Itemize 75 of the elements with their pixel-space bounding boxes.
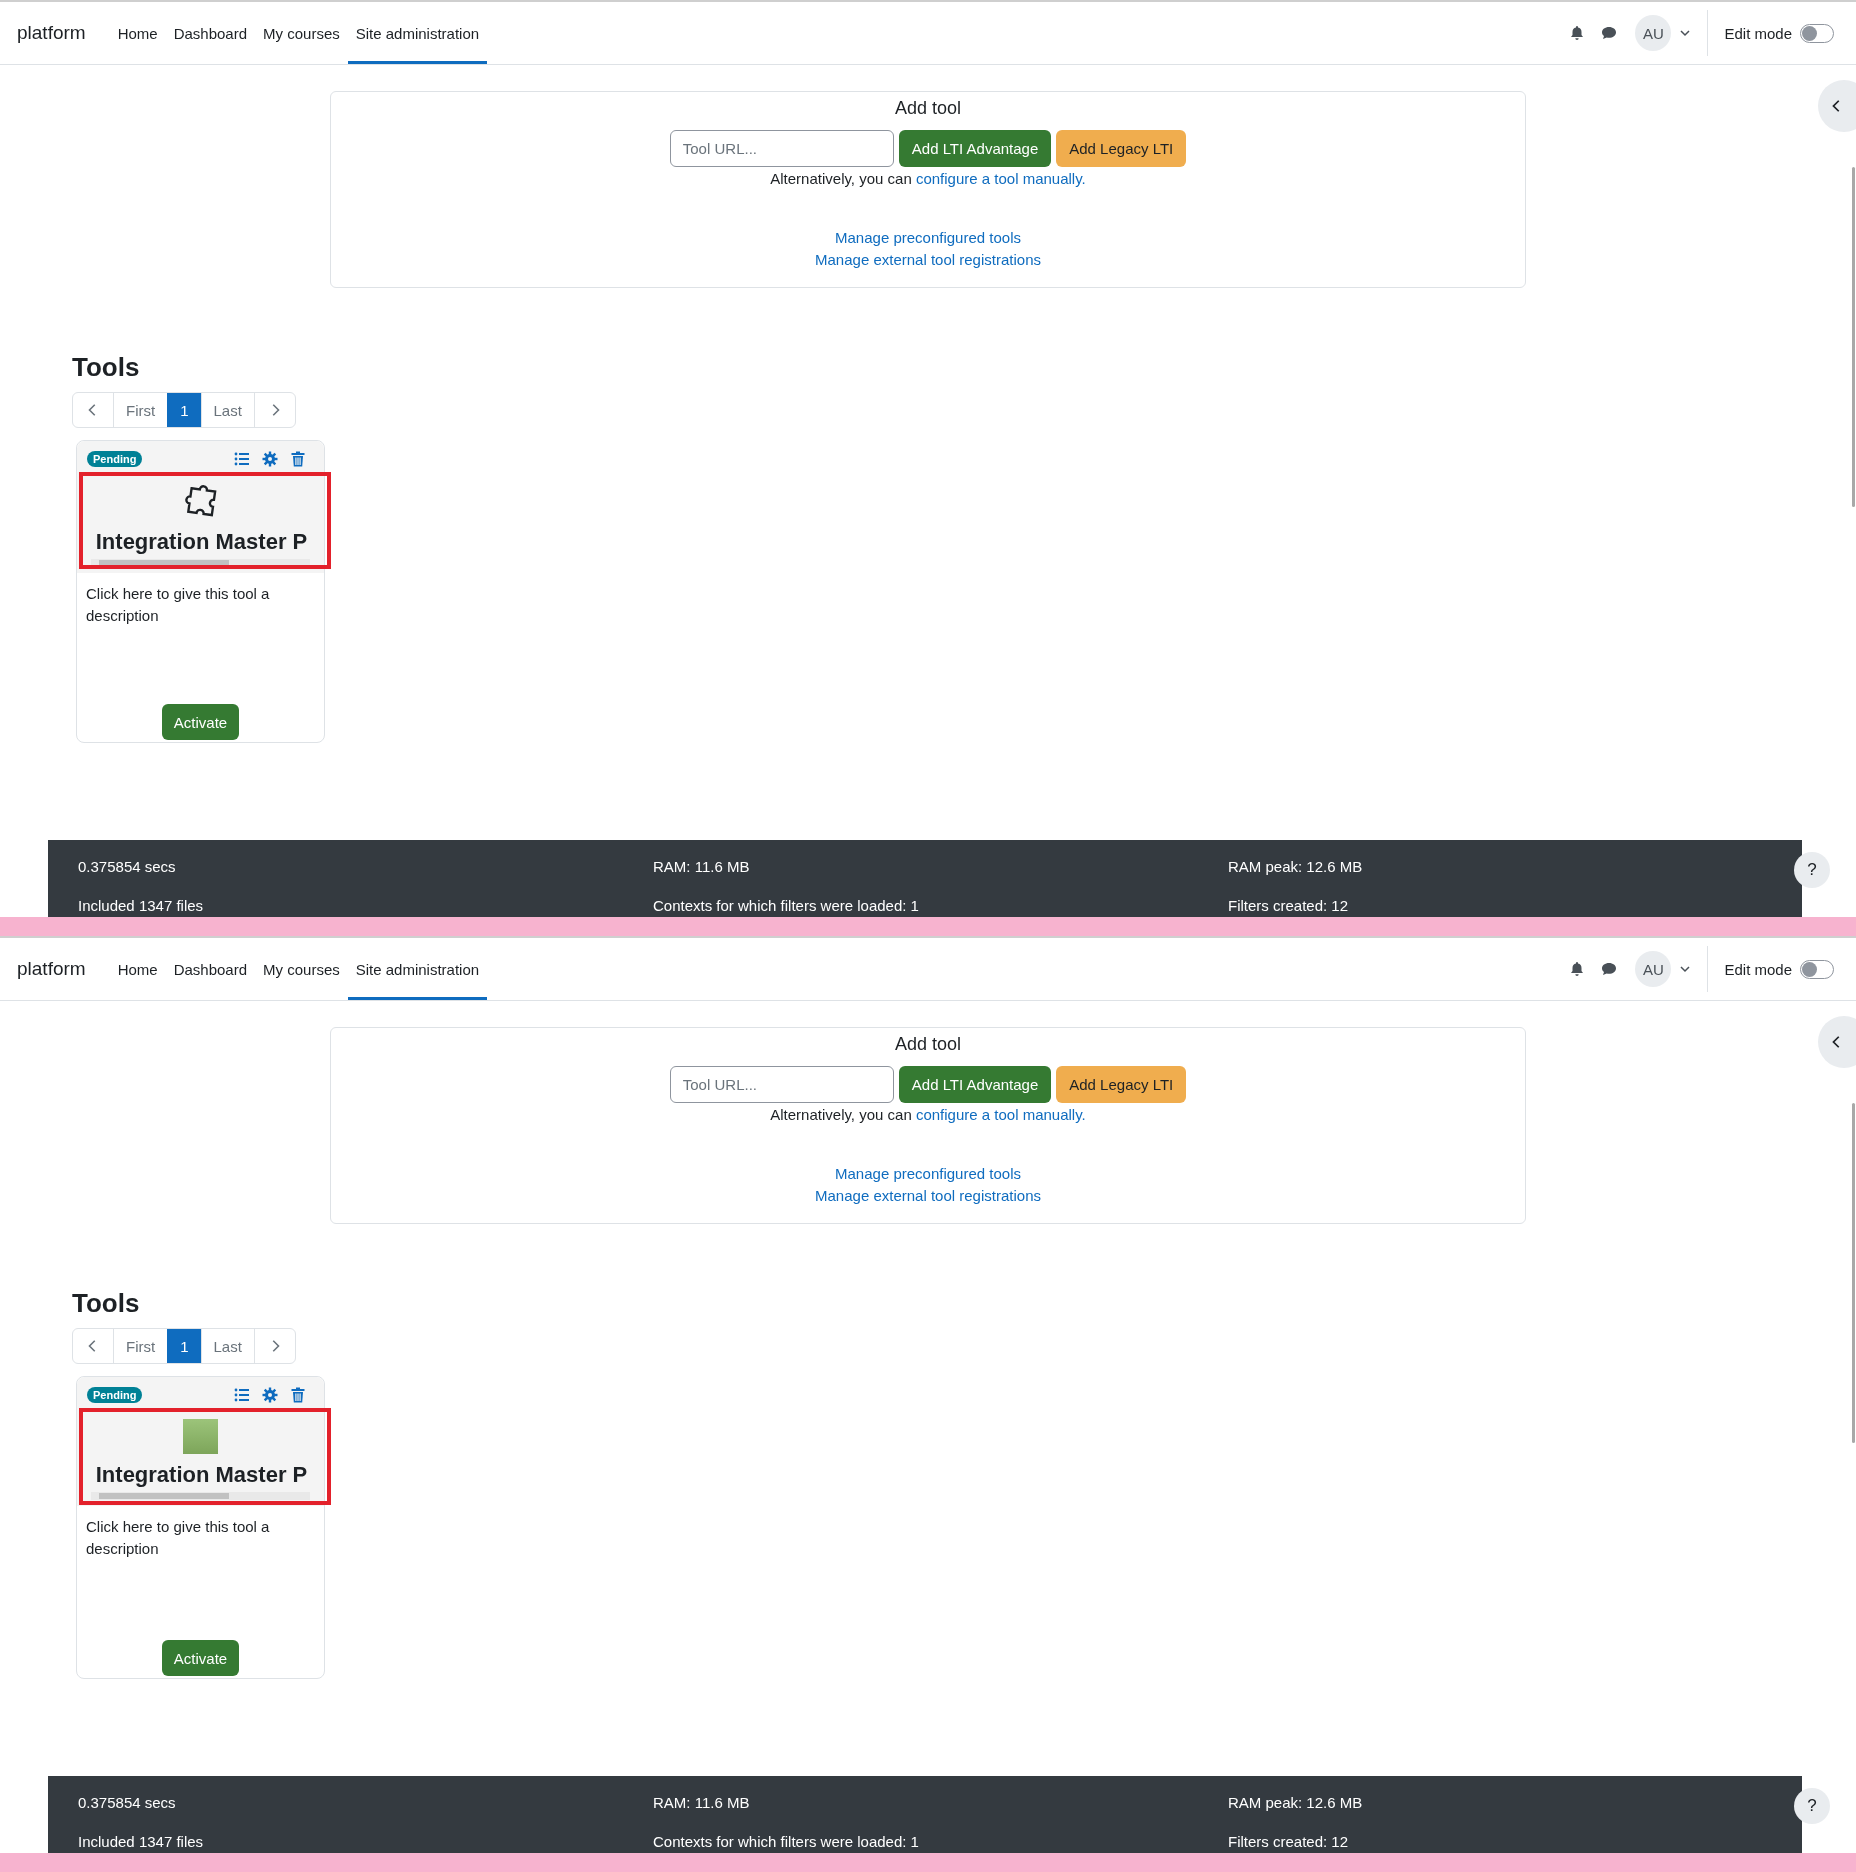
activate-button[interactable]: Activate	[161, 1640, 240, 1676]
footer-stat: Contexts for which filters were loaded: 1	[653, 1832, 920, 1852]
footer-stat: RAM peak: 12.6 MB	[1228, 857, 1364, 877]
photo-placeholder	[183, 1419, 218, 1454]
nav-link[interactable]: Dashboard	[165, 5, 256, 64]
footer-stat: Included 1347 files	[78, 896, 205, 916]
nav-link[interactable]: Site administration	[347, 5, 488, 64]
user-avatar[interactable]: AU	[1635, 15, 1672, 51]
nav-link[interactable]: Dashboard	[165, 941, 256, 1000]
edit-mode-label: Edit mode	[1724, 960, 1792, 978]
tool-url-field[interactable]: Tool URL...	[669, 1066, 894, 1103]
tool-description[interactable]: Click here to give this tool a description	[77, 1506, 324, 1560]
caret-icon[interactable]	[1679, 27, 1692, 39]
add-tool-button[interactable]: Add LTI Advantage	[898, 1066, 1052, 1103]
footer-stat: Filters created: 12	[1228, 1832, 1350, 1852]
chat-bubble-icon[interactable]	[1601, 961, 1618, 977]
alternative-text: Alternatively, you can configure a tool manually.	[769, 1105, 1087, 1125]
nav-link[interactable]: Site administration	[347, 941, 488, 1000]
edit-mode-label: Edit mode	[1724, 24, 1792, 42]
manage-link[interactable]: Manage preconfigured tools	[835, 227, 1021, 249]
page-button[interactable]: Last	[200, 393, 254, 427]
tool-name: Integration Master P	[94, 1461, 309, 1489]
chat-bubble-icon[interactable]	[1601, 25, 1618, 41]
tool-url-field[interactable]: Tool URL...	[669, 130, 894, 167]
alternative-text: Alternatively, you can configure a tool manually.	[769, 169, 1087, 189]
help-button[interactable]: ?	[1794, 852, 1830, 888]
footer-stat: Contexts for which filters were loaded: 1	[653, 896, 920, 916]
section-heading: Tools	[72, 352, 141, 382]
footer-stat: Included 1347 files	[78, 1832, 205, 1852]
nav-link[interactable]: Home	[109, 941, 166, 1000]
status-badge: Pending	[87, 451, 143, 467]
drawer-toggle-button[interactable]	[1818, 1016, 1856, 1068]
panel-title: Add tool	[893, 97, 963, 120]
page-button[interactable]: 1	[167, 1329, 201, 1363]
manage-link[interactable]: Manage preconfigured tools	[835, 1163, 1021, 1185]
tool-name: Integration Master P	[94, 528, 309, 556]
footer-stat: RAM: 11.6 MB	[653, 1793, 751, 1813]
footer-stat: RAM peak: 12.6 MB	[1228, 1793, 1364, 1813]
help-button[interactable]: ?	[1794, 1788, 1830, 1824]
edit-mode-toggle[interactable]	[1800, 23, 1834, 43]
add-tool-button[interactable]: Add Legacy LTI	[1056, 1066, 1187, 1103]
add-tool-button[interactable]: Add Legacy LTI	[1056, 130, 1187, 167]
drawer-toggle-button[interactable]	[1818, 80, 1856, 132]
trash-icon[interactable]	[290, 451, 306, 467]
nav-link[interactable]: My courses	[255, 941, 348, 1000]
page-button[interactable]: 1	[167, 393, 201, 427]
list-icon[interactable]	[234, 1387, 250, 1403]
activate-button[interactable]: Activate	[161, 704, 240, 740]
panel-title: Add tool	[893, 1033, 963, 1056]
footer-stat: 0.375854 secs	[78, 857, 177, 877]
nav-link[interactable]: My courses	[255, 5, 348, 64]
settings-icon[interactable]	[262, 1387, 278, 1403]
user-avatar[interactable]: AU	[1635, 951, 1672, 987]
page-button[interactable]: Last	[200, 1329, 254, 1363]
tool-description[interactable]: Click here to give this tool a description	[77, 573, 324, 627]
nav-link[interactable]: Home	[109, 5, 166, 64]
add-tool-button[interactable]: Add LTI Advantage	[898, 130, 1052, 167]
footer-stat: 0.375854 secs	[78, 1793, 177, 1813]
trash-icon[interactable]	[290, 1387, 306, 1403]
list-icon[interactable]	[234, 451, 250, 467]
manage-link[interactable]: Manage external tool registrations	[815, 249, 1041, 271]
section-heading: Tools	[72, 1288, 141, 1318]
notifications-bell-icon[interactable]	[1569, 961, 1586, 977]
site-name[interactable]: platform	[17, 2, 86, 64]
configure-link[interactable]: configure a tool manually.	[915, 1106, 1086, 1123]
footer-stat: Filters created: 12	[1228, 896, 1350, 916]
manage-link[interactable]: Manage external tool registrations	[815, 1185, 1041, 1207]
status-badge: Pending	[87, 1387, 143, 1403]
configure-link[interactable]: configure a tool manually.	[915, 170, 1086, 187]
edit-mode-toggle[interactable]	[1800, 959, 1834, 979]
site-name[interactable]: platform	[17, 938, 86, 1000]
settings-icon[interactable]	[262, 451, 278, 467]
footer-stat: RAM: 11.6 MB	[653, 857, 751, 877]
caret-icon[interactable]	[1679, 963, 1692, 975]
notifications-bell-icon[interactable]	[1569, 25, 1586, 41]
